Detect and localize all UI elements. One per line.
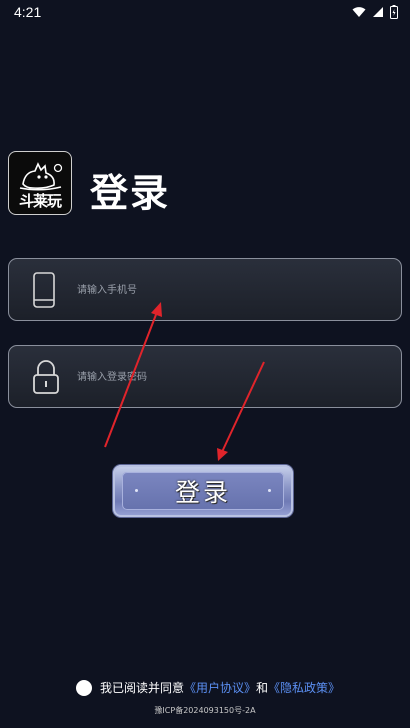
agree-radio[interactable] <box>76 679 92 696</box>
button-rivet-left <box>135 489 138 492</box>
phone-input[interactable] <box>75 259 389 322</box>
battery-icon <box>390 5 398 19</box>
arrow-to-login-head <box>217 448 228 461</box>
signal-icon <box>373 7 383 17</box>
login-button[interactable]: 登录 <box>113 465 293 517</box>
agreement-conjunction: 和 <box>256 681 269 695</box>
page-title: 登录 <box>90 171 171 215</box>
status-icons <box>352 5 398 19</box>
agreement-prefix: 我已阅读并同意 <box>100 681 185 695</box>
user-agreement-link[interactable]: 《用户协议》 <box>184 679 256 696</box>
status-bar: 4:21 <box>0 0 410 26</box>
phone-icon <box>33 272 55 308</box>
logo-text: 斗莱玩 <box>18 192 62 210</box>
agreement-row: 我已阅读并同意 《用户协议》 和 《隐私政策》 <box>76 679 340 696</box>
privacy-policy-link[interactable]: 《隐私政策》 <box>268 679 340 696</box>
cat-mascot-icon <box>19 162 63 191</box>
wifi-icon <box>352 7 366 17</box>
icp-footer: 豫ICP备2024093150号-2A <box>154 706 256 715</box>
lock-icon <box>33 360 59 394</box>
status-time: 4:21 <box>14 4 42 20</box>
button-rivet-right <box>268 489 271 492</box>
password-input[interactable] <box>75 346 389 409</box>
password-field[interactable] <box>8 345 402 409</box>
app-logo: 斗莱玩 <box>8 151 72 215</box>
phone-field[interactable] <box>8 258 402 322</box>
login-button-label: 登录 <box>174 478 231 507</box>
